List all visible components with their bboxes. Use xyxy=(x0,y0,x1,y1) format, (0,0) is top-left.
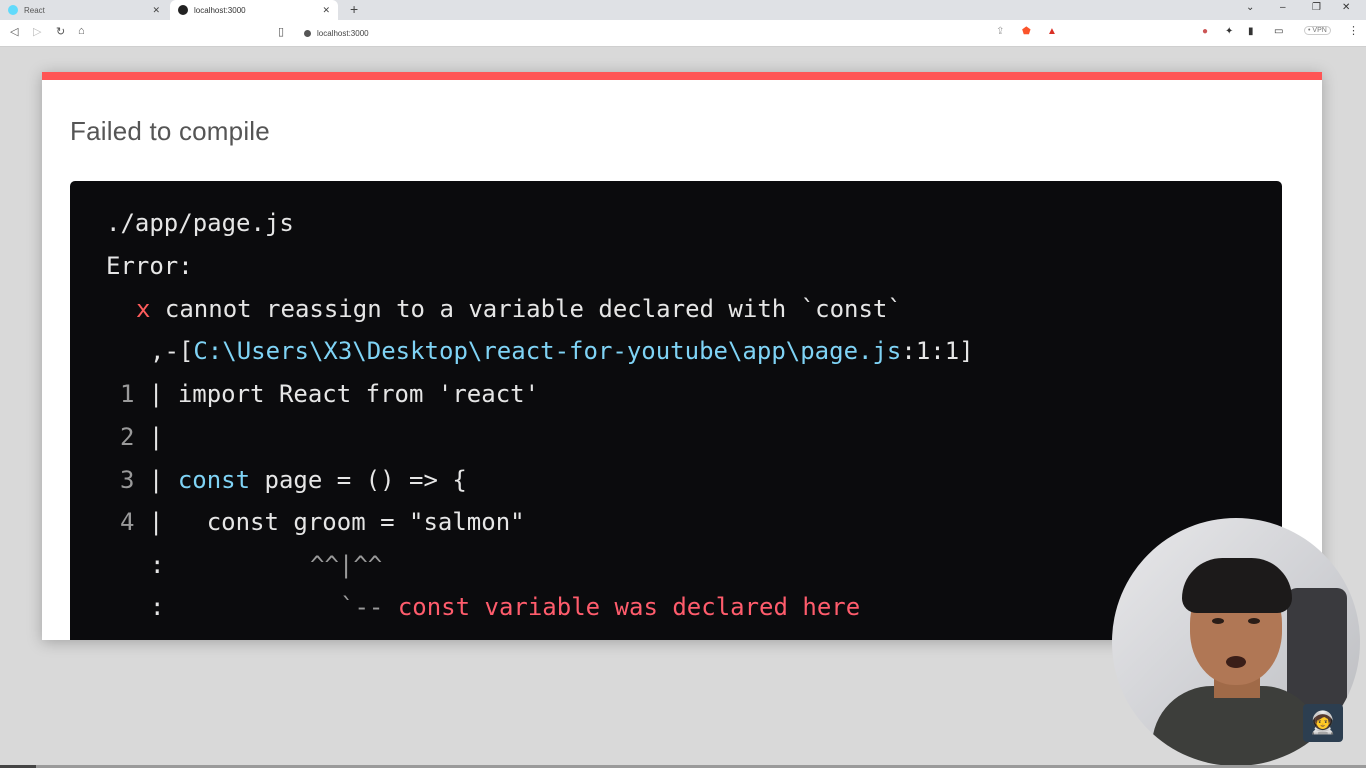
page-favicon-icon xyxy=(178,5,188,15)
share-icon[interactable]: ⇪ xyxy=(996,26,1004,37)
sidebar-icon[interactable]: ▮ xyxy=(1248,26,1254,37)
line-number: 1 xyxy=(120,380,135,408)
page-title: Failed to compile xyxy=(70,116,270,146)
code-line: 4 | const groom = "salmon" xyxy=(120,507,525,537)
gutter-pipe: | xyxy=(148,466,164,494)
error-location: ,-[C:\Users\X3\Desktop\react-for-youtube… xyxy=(150,336,974,366)
puzzle-icon[interactable]: ✦ xyxy=(1225,26,1233,37)
forward-icon[interactable]: ▷ xyxy=(33,25,41,38)
back-icon[interactable]: ◁ xyxy=(10,25,18,38)
presenter-hair xyxy=(1182,558,1292,613)
close-window-button[interactable]: ✕ xyxy=(1342,2,1350,13)
code-text: page = () => { xyxy=(250,466,467,494)
site-info-icon[interactable] xyxy=(304,29,311,37)
presenter-body xyxy=(1152,686,1322,766)
bookmark-icon[interactable]: ▯ xyxy=(278,25,284,38)
wallet-icon[interactable]: ▭ xyxy=(1274,26,1283,37)
error-annotation-line: `-- const variable was declared here xyxy=(340,592,860,622)
code-line: 1 | import React from 'react' xyxy=(120,379,539,409)
url-text: localhost:3000 xyxy=(317,28,369,38)
error-file-path: ./app/page.js xyxy=(106,209,294,237)
code-keyword: const xyxy=(177,466,251,494)
error-message-line: x cannot reassign to a variable declared… xyxy=(136,294,902,324)
error-label: Error: xyxy=(106,252,193,280)
gutter-dots: : xyxy=(150,551,165,579)
line-number: 4 xyxy=(120,508,135,536)
new-tab-button[interactable]: + xyxy=(350,1,358,17)
tab-title: React xyxy=(24,5,45,15)
annotation-prefix: `-- xyxy=(340,593,384,621)
presenter-mouth xyxy=(1226,656,1246,668)
error-message: cannot reassign to a variable declared w… xyxy=(164,295,902,323)
minimize-button[interactable]: – xyxy=(1280,2,1286,13)
brave-shields-icon[interactable]: ⬟ xyxy=(1022,26,1031,37)
presenter-eye xyxy=(1212,618,1224,624)
gutter-dots: : xyxy=(150,593,165,621)
maximize-button[interactable]: ❐ xyxy=(1312,2,1321,13)
error-carets: ^^|^^ xyxy=(310,551,383,579)
extension-icon[interactable]: ● xyxy=(1202,26,1208,37)
channel-mascot-icon: 🧑‍🚀 xyxy=(1303,704,1343,742)
error-annotation: const variable was declared here xyxy=(397,593,861,621)
location-path: C:\Users\X3\Desktop\react-for-youtube\ap… xyxy=(193,337,902,365)
close-tab-icon[interactable]: ✕ xyxy=(322,5,330,16)
error-code-block: ./app/page.js Error: x cannot reassign t… xyxy=(70,181,1282,640)
tab-react[interactable]: React ✕ xyxy=(0,0,168,20)
close-tab-icon[interactable]: ✕ xyxy=(152,5,160,16)
code-line: 2 | xyxy=(120,422,163,452)
code-text: import React from 'react' xyxy=(177,380,540,408)
reload-icon[interactable]: ↻ xyxy=(56,25,65,38)
presenter-eye xyxy=(1248,618,1260,624)
react-favicon-icon xyxy=(8,5,18,15)
gutter-pipe: | xyxy=(148,380,164,408)
browser-tabstrip: React ✕ localhost:3000 ✕ + ⌄ – ❐ ✕ xyxy=(0,0,1366,20)
gutter-pipe: | xyxy=(148,508,164,536)
line-number: 2 xyxy=(120,423,135,451)
gutter-pipe: | xyxy=(148,423,164,451)
menu-icon[interactable]: ⋮ xyxy=(1348,24,1359,37)
browser-toolbar: ◁ ▷ ↻ ⌂ ▯ localhost:3000 ⇪ ⬟ ▲ ● ✦ ▮ ▭ •… xyxy=(0,20,1366,47)
code-line: 3 | const page = () => { xyxy=(120,465,467,495)
location-suffix: :1:1] xyxy=(901,337,974,365)
error-x-icon: x xyxy=(136,295,151,323)
tab-localhost[interactable]: localhost:3000 ✕ xyxy=(170,0,338,20)
code-text: const groom = "salmon" xyxy=(177,508,525,536)
tab-title: localhost:3000 xyxy=(194,5,246,15)
error-accent-bar xyxy=(42,72,1322,80)
vpn-button[interactable]: • VPN xyxy=(1304,26,1331,35)
line-number: 3 xyxy=(120,466,135,494)
tab-search-icon[interactable]: ⌄ xyxy=(1246,2,1254,13)
brave-rewards-icon[interactable]: ▲ xyxy=(1047,26,1057,37)
location-prefix: ,-[ xyxy=(150,337,194,365)
error-overlay-dialog: Failed to compile ./app/page.js Error: x… xyxy=(42,72,1322,640)
home-icon[interactable]: ⌂ xyxy=(78,25,85,37)
address-bar[interactable]: localhost:3000 xyxy=(296,23,1056,43)
